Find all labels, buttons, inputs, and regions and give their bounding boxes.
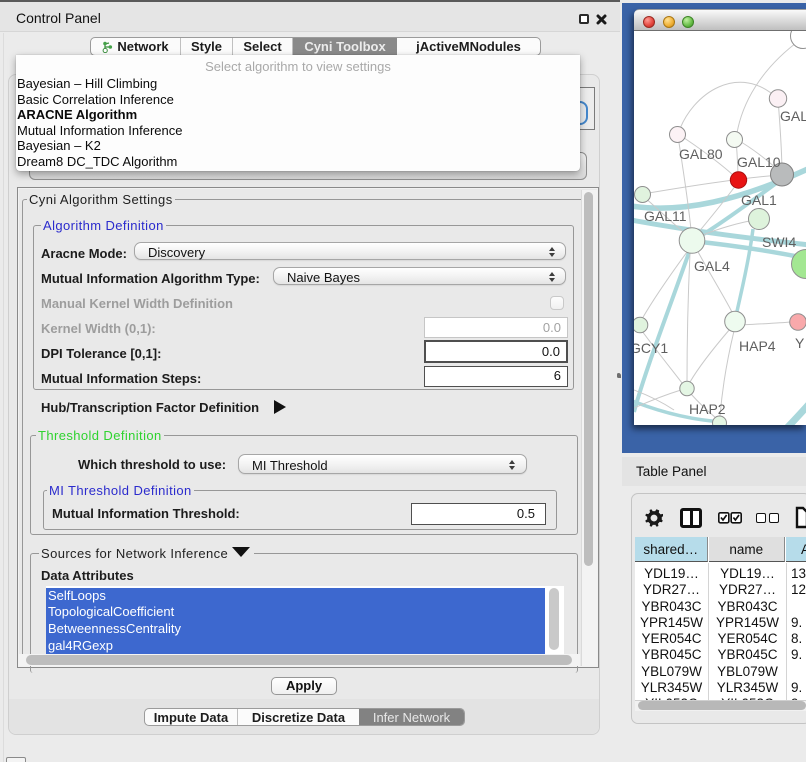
- svg-text:GCY1: GCY1: [634, 340, 668, 356]
- svg-text:GAL80: GAL80: [679, 146, 723, 162]
- svg-text:GAL11: GAL11: [644, 208, 687, 224]
- svg-text:GAL: GAL: [780, 108, 806, 124]
- svg-text:GAL1: GAL1: [741, 192, 777, 208]
- svg-text:HAP2: HAP2: [689, 401, 726, 417]
- svg-text:GAL10: GAL10: [737, 154, 781, 170]
- svg-text:HAP4: HAP4: [739, 338, 776, 354]
- svg-text:Y: Y: [795, 335, 805, 351]
- svg-text:SWI4: SWI4: [762, 234, 796, 250]
- svg-text:GAL4: GAL4: [694, 258, 730, 274]
